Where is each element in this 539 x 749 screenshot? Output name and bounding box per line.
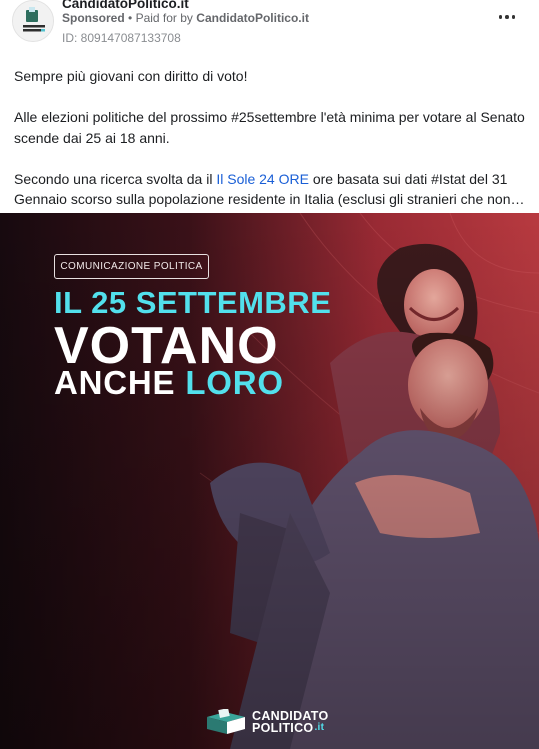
advertiser-name[interactable]: CandidatoPolitico.it (196, 11, 309, 25)
ad-creative-image[interactable]: COMUNICAZIONE POLITICA IL 25 SETTEMBRE V… (0, 213, 539, 749)
ad-post-card: CandidatoPolitico.it Sponsored • Paid fo… (0, 0, 539, 749)
headline-loro: LORO (185, 364, 284, 401)
avatar-logo (13, 1, 53, 41)
post-header: CandidatoPolitico.it Sponsored • Paid fo… (0, 0, 539, 52)
headline-anche: ANCHE (54, 364, 186, 401)
brand-logo: CANDIDATO POLITICO .it (205, 707, 329, 737)
paragraph-3-start: Secondo una ricerca svolta da il (14, 170, 217, 187)
post-text-line-1: Sempre più giovani con diritto di voto! (14, 68, 248, 84)
ad-id: ID: 809147087133708 (62, 31, 181, 45)
avatar[interactable] (12, 0, 54, 42)
brand-suffix: .it (314, 722, 325, 733)
post-text-paragraph-2: Alle elezioni politiche del prossimo #25… (14, 109, 525, 146)
paid-for-prefix: Paid for by (135, 11, 193, 25)
page-name[interactable]: CandidatoPolitico.it (62, 0, 189, 11)
headline-anche-loro: ANCHE LORO (54, 363, 284, 403)
brand-line-2: POLITICO (252, 721, 314, 735)
sponsored-label: Sponsored (62, 11, 125, 25)
more-horizontal-icon (498, 15, 503, 19)
post-text: Sempre più giovani con diritto di voto! … (14, 66, 529, 210)
more-options-button[interactable] (496, 8, 518, 26)
sponsored-line: Sponsored • Paid for by CandidatoPolitic… (62, 11, 309, 25)
post-text-paragraph-3: Secondo una ricerca svolta da il Il Sole… (14, 169, 529, 210)
communication-badge: COMUNICAZIONE POLITICA (54, 254, 209, 279)
ballot-box-icon (207, 709, 245, 734)
more-horizontal-icon-dot (505, 15, 509, 19)
il-sole-24-ore-link[interactable]: Il Sole 24 ORE (216, 171, 309, 187)
more-horizontal-icon-dot (511, 15, 516, 19)
separator: • (128, 11, 133, 25)
brand-wordmark: CANDIDATO POLITICO .it (252, 710, 329, 735)
